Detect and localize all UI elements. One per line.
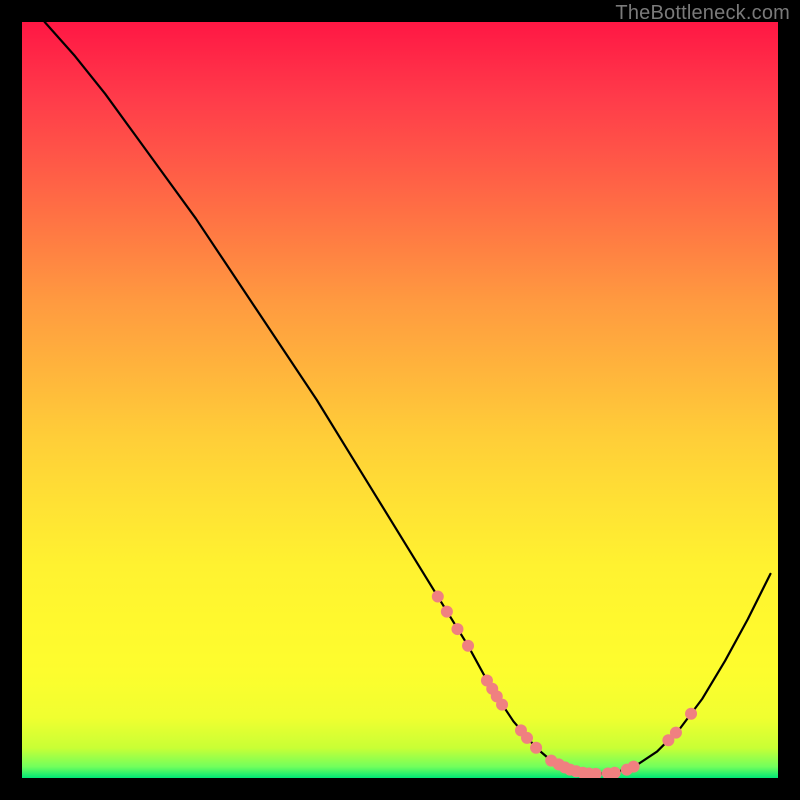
data-point-marker [530,742,542,754]
curve-line [45,22,771,773]
data-point-marker [628,761,640,773]
chart-svg [22,22,778,778]
data-point-marker [496,699,508,711]
data-point-marker [670,727,682,739]
watermark-text: TheBottleneck.com [615,2,790,25]
data-point-marker [451,623,463,635]
data-point-marker [462,640,474,652]
data-point-marker [521,732,533,744]
chart-area [22,22,778,778]
data-point-marker [432,591,444,603]
data-point-marker [685,708,697,720]
data-point-marker [441,606,453,618]
